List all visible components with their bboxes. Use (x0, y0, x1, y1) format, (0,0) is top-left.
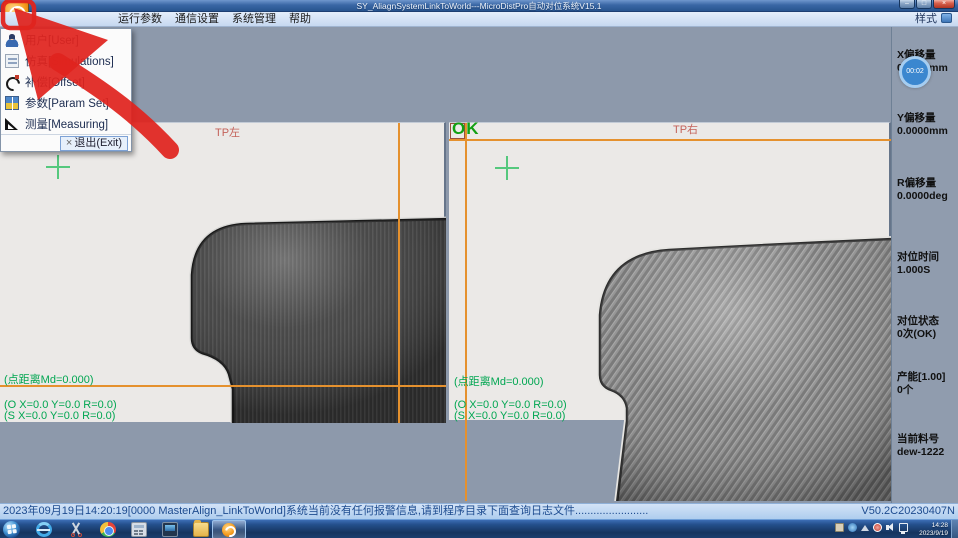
offset-icon (5, 75, 19, 89)
exit-close-icon: × (66, 137, 72, 149)
right-offset-s-readout: (S X=0.0 Y=0.0 R=0.0) (454, 411, 565, 422)
tray-expand-icon[interactable] (861, 525, 869, 531)
menu-item-label: 参数[Param Set] (25, 95, 109, 111)
clock-date: 2023/9/19 (919, 530, 948, 538)
menu-item-offset[interactable]: 补偿[Offset] (1, 71, 131, 92)
snipping-tool-icon[interactable] (68, 522, 84, 537)
display-settings-icon[interactable] (162, 522, 178, 537)
metric-label: 产能[1.00] (897, 371, 958, 384)
left-offset-s-readout: (S X=0.0 Y=0.0 R=0.0) (4, 411, 115, 422)
metric-throughput: 产能[1.00] 0个 (897, 371, 958, 396)
tray-app-icon[interactable] (848, 523, 857, 532)
screen: SY_AliagnSystemLinkToWorld---MicroDistPr… (0, 0, 958, 538)
metric-value: dew-1222 (897, 446, 958, 459)
menu-item-params[interactable]: 参数[Param Set] (1, 92, 131, 113)
metric-part-number: 当前料号 dew-1222 (897, 433, 958, 458)
status-message: 2023年09月19日14:20:19[0000 MasterAlign_Lin… (3, 504, 648, 519)
taskbar: 14:28 2023/9/19 (0, 519, 958, 538)
left-target-cross-icon (46, 155, 70, 179)
metric-label: 对位时间 (897, 251, 958, 264)
right-panel-title: TP右 (673, 121, 698, 137)
maximize-button[interactable]: □ (916, 0, 932, 9)
metric-value: 0个 (897, 384, 958, 397)
statusbar: 2023年09月19日14:20:19[0000 MasterAlign_Lin… (0, 503, 958, 519)
menu-exit-row: ×退出(Exit) (1, 134, 131, 151)
system-popup-menu: 用户[User] 仿真[Simulations] 补偿[Offset] 参数[P… (0, 28, 132, 152)
metrics-sidebar: X偏移量 0.0000mm Y偏移量 0.0000mm R偏移量 0.0000d… (891, 27, 958, 503)
menu-item-simulations[interactable]: 仿真[Simulations] (1, 50, 131, 71)
right-result-badge: OK (452, 119, 480, 139)
antivirus-tray-icon[interactable] (873, 523, 882, 532)
metric-label: 对位状态 (897, 315, 958, 328)
menu-item-exit[interactable]: ×退出(Exit) (60, 136, 128, 151)
active-app-taskbar-button[interactable] (212, 520, 246, 538)
right-crosshair-hline (449, 139, 891, 141)
simulation-icon (5, 54, 19, 68)
metric-value: 0.0000mm (897, 125, 958, 138)
show-desktop-button[interactable] (951, 520, 958, 538)
left-panel-title: TP左 (215, 124, 240, 140)
chrome-icon[interactable] (100, 522, 116, 537)
menu-item-label: 测量[Measuring] (25, 116, 108, 132)
menubar: 运行参数 通信设置 系统管理 帮助 样式 (0, 12, 958, 27)
metric-label: Y偏移量 (897, 112, 958, 125)
app-logo-small-icon (222, 523, 236, 537)
calculator-icon[interactable] (131, 522, 147, 537)
network-icon[interactable] (899, 523, 908, 532)
client-area: TP左 (点距离Md=0.000) (O X=0.0 Y=0.0 R=0.0) … (0, 27, 958, 503)
metric-align-time: 对位时间 1.000S (897, 251, 958, 276)
clock-time: 14:28 (919, 522, 948, 530)
taskbar-clock[interactable]: 14:28 2023/9/19 (919, 522, 948, 537)
menu-item-measuring[interactable]: 测量[Measuring] (1, 113, 131, 134)
menu-item-label: 补偿[Offset] (25, 74, 85, 90)
volume-icon[interactable] (886, 523, 895, 532)
camera-panel-left: TP左 (点距离Md=0.000) (O X=0.0 Y=0.0 R=0.0) … (0, 122, 446, 422)
style-toolbar[interactable]: 样式 (915, 12, 952, 27)
window-controls: – □ × (898, 0, 955, 9)
menu-system-mgmt[interactable]: 系统管理 (230, 12, 278, 27)
left-distance-readout: (点距离Md=0.000) (4, 375, 94, 386)
right-target-cross-icon (495, 156, 519, 180)
minimize-button[interactable]: – (899, 0, 915, 9)
left-crosshair-vline (398, 123, 400, 423)
version-label: V50.2C20230407N (855, 504, 955, 519)
style-toolbar-label: 样式 (915, 13, 937, 25)
menu-items: 运行参数 通信设置 系统管理 帮助 (116, 12, 313, 27)
measure-icon (5, 117, 19, 131)
metric-value: 0.0000deg (897, 190, 958, 203)
param-icon (5, 96, 19, 110)
menu-item-user[interactable]: 用户[User] (1, 29, 131, 50)
user-icon (5, 33, 19, 47)
metric-align-status: 对位状态 0次(OK) (897, 315, 958, 340)
window-title: SY_AliagnSystemLinkToWorld---MicroDistPr… (0, 0, 958, 12)
menu-item-label: 用户[User] (25, 32, 79, 48)
close-button[interactable]: × (933, 0, 955, 9)
file-explorer-icon[interactable] (193, 522, 209, 537)
start-button-icon[interactable] (3, 521, 20, 538)
style-dropdown-icon[interactable] (941, 13, 952, 23)
menu-help[interactable]: 帮助 (287, 12, 313, 27)
metric-value: 0次(OK) (897, 328, 958, 341)
titlebar: SY_AliagnSystemLinkToWorld---MicroDistPr… (0, 0, 958, 12)
menu-run-params[interactable]: 运行参数 (116, 12, 164, 27)
metric-label: R偏移量 (897, 177, 958, 190)
input-method-icon[interactable] (835, 523, 844, 532)
internet-explorer-icon[interactable] (36, 522, 52, 537)
metric-value: 1.000S (897, 264, 958, 277)
recording-timer-badge: 00:02 (899, 56, 931, 88)
metric-y-offset: Y偏移量 0.0000mm (897, 112, 958, 137)
right-distance-readout: (点距离Md=0.000) (454, 377, 544, 388)
menu-item-label: 仿真[Simulations] (25, 53, 114, 69)
metric-label: 当前料号 (897, 433, 958, 446)
system-tray (835, 523, 908, 532)
camera-panel-right: OK TP右 (点距离Md=0.000) (O X=0.0 Y=0.0 R=0.… (449, 122, 891, 500)
menu-comm-settings[interactable]: 通信设置 (173, 12, 221, 27)
exit-label: 退出(Exit) (74, 137, 122, 149)
right-crosshair-vline (465, 123, 467, 501)
metric-r-offset: R偏移量 0.0000deg (897, 177, 958, 202)
